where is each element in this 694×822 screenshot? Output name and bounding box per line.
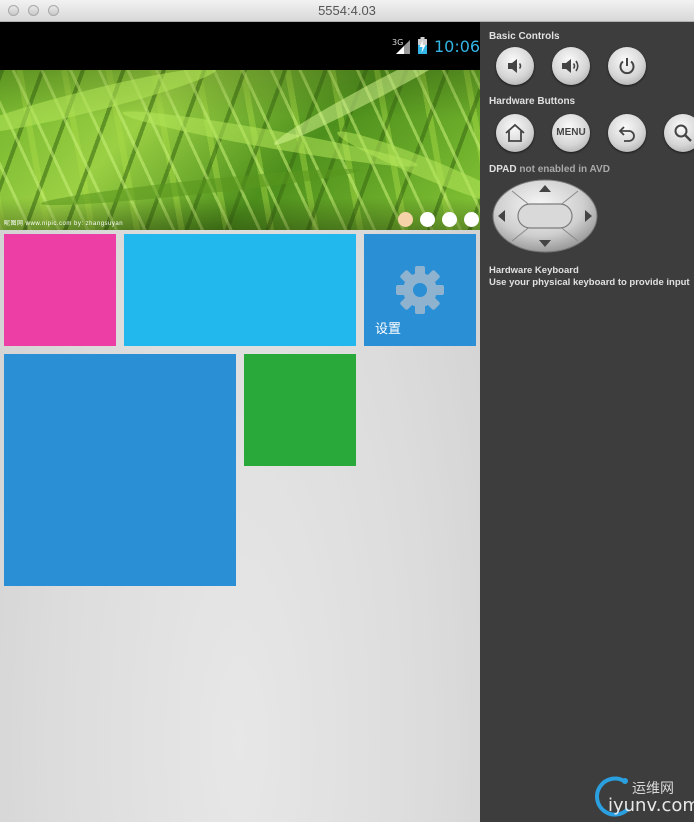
banner-caption: 昵图网 www.nipic.com by: zhangsuyan: [4, 221, 124, 227]
settings-tile-label: 设置: [375, 322, 402, 337]
site-watermark-logo: 运维网 iyunv.com: [592, 775, 694, 819]
emulator-control-panel: Basic Controls Hardware Buttons MENU DPA…: [480, 22, 694, 822]
hardware-keyboard-heading: Hardware Keyboard: [489, 265, 579, 276]
back-arrow-icon: [618, 126, 635, 142]
emulator-screen[interactable]: 3G 10:06 昵图网 www.nipic.com by: zhangsuya…: [0, 22, 480, 822]
signal-icon: [396, 40, 410, 54]
volume-down-icon: [508, 59, 522, 73]
pink-tile[interactable]: [4, 234, 116, 346]
power-button[interactable]: [608, 47, 646, 85]
search-button[interactable]: [664, 114, 694, 152]
back-button[interactable]: [608, 114, 646, 152]
green-tile[interactable]: [244, 354, 356, 466]
power-icon: [619, 58, 635, 75]
status-clock: 10:06: [434, 37, 480, 56]
image-carousel[interactable]: 昵图网 www.nipic.com by: zhangsuyan: [0, 70, 480, 230]
volume-up-button[interactable]: [552, 47, 590, 85]
watermark-bottom-text: iyunv.com: [608, 795, 694, 816]
window-title: 5554:4.03: [318, 3, 376, 18]
volume-up-icon: [562, 59, 579, 73]
home-button[interactable]: [496, 114, 534, 152]
search-icon: [674, 124, 692, 142]
carousel-indicator-1[interactable]: [398, 212, 413, 227]
large-blue-tile[interactable]: [4, 354, 236, 586]
window-titlebar: 5554:4.03: [0, 0, 694, 22]
dpad-control[interactable]: [492, 179, 598, 253]
carousel-indicator-2[interactable]: [420, 212, 435, 227]
volume-down-button[interactable]: [496, 47, 534, 85]
carousel-indicator-4[interactable]: [464, 212, 479, 227]
status-bar: 3G 10:06: [0, 22, 480, 70]
home-icon: [505, 123, 525, 142]
carousel-indicator-3[interactable]: [442, 212, 457, 227]
gear-icon: [396, 266, 444, 314]
menu-button-label: MENU: [556, 127, 586, 138]
battery-charging-icon: [418, 37, 427, 54]
dpad-label: DPAD: [489, 164, 517, 175]
cyan-tile[interactable]: [124, 234, 356, 346]
settings-tile[interactable]: 设置: [364, 234, 476, 346]
dpad-note: not enabled in AVD: [519, 164, 610, 175]
hardware-keyboard-note: Use your physical keyboard to provide in…: [489, 277, 690, 288]
hardware-buttons-heading: Hardware Buttons: [489, 96, 576, 107]
menu-button[interactable]: MENU: [552, 114, 590, 152]
dpad-heading: DPAD not enabled in AVD: [489, 164, 610, 175]
basic-controls-heading: Basic Controls: [489, 31, 560, 42]
